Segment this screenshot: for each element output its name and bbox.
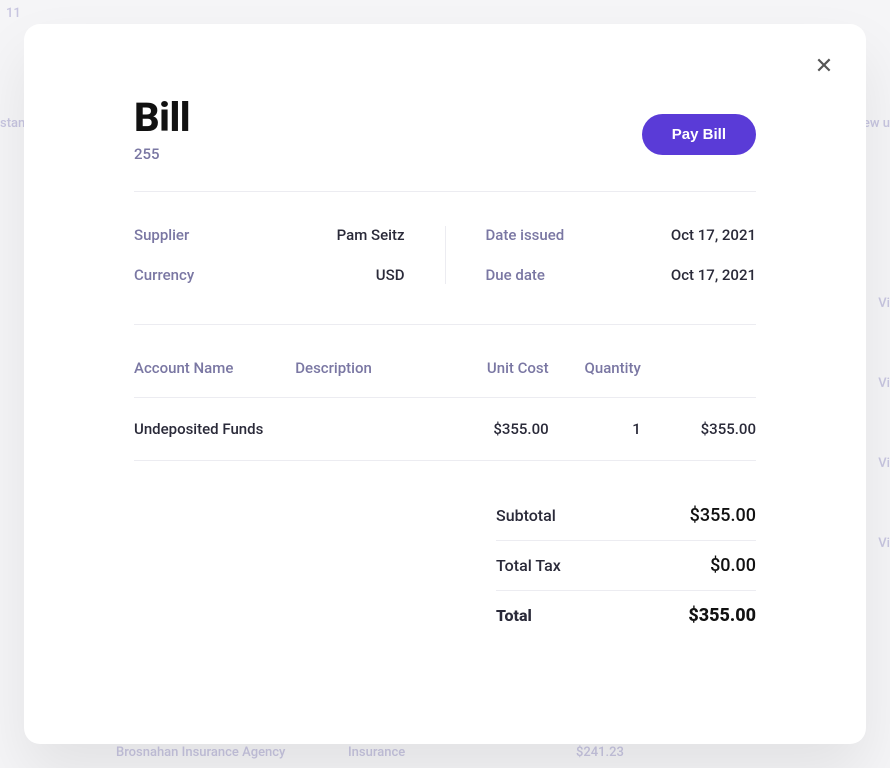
currency-label: Currency — [134, 266, 194, 284]
totals-block: Subtotal $355.00 Total Tax $0.00 Total $… — [496, 491, 756, 640]
col-header-account: Account Name — [134, 359, 295, 377]
due-date-label: Due date — [486, 266, 545, 284]
cell-quantity: 1 — [549, 420, 641, 438]
bg-text: Brosnahan Insurance Agency — [116, 745, 285, 760]
cell-account: Undeposited Funds — [134, 420, 295, 438]
bg-text: Vi — [878, 376, 890, 391]
total-tax-label: Total Tax — [496, 556, 561, 575]
date-issued-value: Oct 17, 2021 — [671, 226, 756, 244]
close-icon: ✕ — [815, 53, 833, 79]
col-header-unit-cost: Unit Cost — [433, 359, 548, 377]
date-issued-label: Date issued — [486, 226, 565, 244]
table-row: Undeposited Funds $355.00 1 $355.00 — [134, 398, 756, 461]
total-tax-value: $0.00 — [710, 555, 756, 576]
bg-text: ew u — [863, 116, 890, 131]
bg-text: Vi — [878, 296, 890, 311]
subtotal-value: $355.00 — [690, 505, 756, 526]
page-title: Bill — [134, 94, 190, 141]
due-date-value: Oct 17, 2021 — [671, 266, 756, 284]
close-button[interactable]: ✕ — [810, 52, 838, 80]
grand-total-label: Total — [496, 606, 532, 625]
col-header-description: Description — [295, 359, 433, 377]
bg-text: stan — [0, 116, 25, 131]
modal-header: Bill 255 Pay Bill — [134, 94, 756, 192]
bill-meta: Supplier Pam Seitz Currency USD Date iss… — [134, 192, 756, 325]
bill-id: 255 — [134, 145, 190, 163]
bg-text: 11 — [6, 6, 21, 21]
bg-text: Vi — [878, 536, 890, 551]
cell-unit-cost: $355.00 — [433, 420, 548, 438]
pay-bill-button[interactable]: Pay Bill — [642, 114, 756, 155]
supplier-label: Supplier — [134, 226, 189, 244]
currency-value: USD — [376, 266, 405, 284]
col-header-total — [641, 359, 756, 377]
subtotal-label: Subtotal — [496, 506, 556, 525]
line-items-table: Account Name Description Unit Cost Quant… — [134, 359, 756, 461]
cell-description — [295, 420, 433, 438]
col-header-quantity: Quantity — [549, 359, 641, 377]
supplier-value: Pam Seitz — [337, 226, 405, 244]
bg-text: Vi — [878, 456, 890, 471]
bg-text: Insurance — [348, 745, 405, 760]
bill-modal: ✕ Bill 255 Pay Bill Supplier Pam Seitz C… — [24, 24, 866, 744]
cell-line-total: $355.00 — [641, 420, 756, 438]
grand-total-value: $355.00 — [688, 605, 756, 626]
bg-text: $241.23 — [576, 745, 624, 760]
